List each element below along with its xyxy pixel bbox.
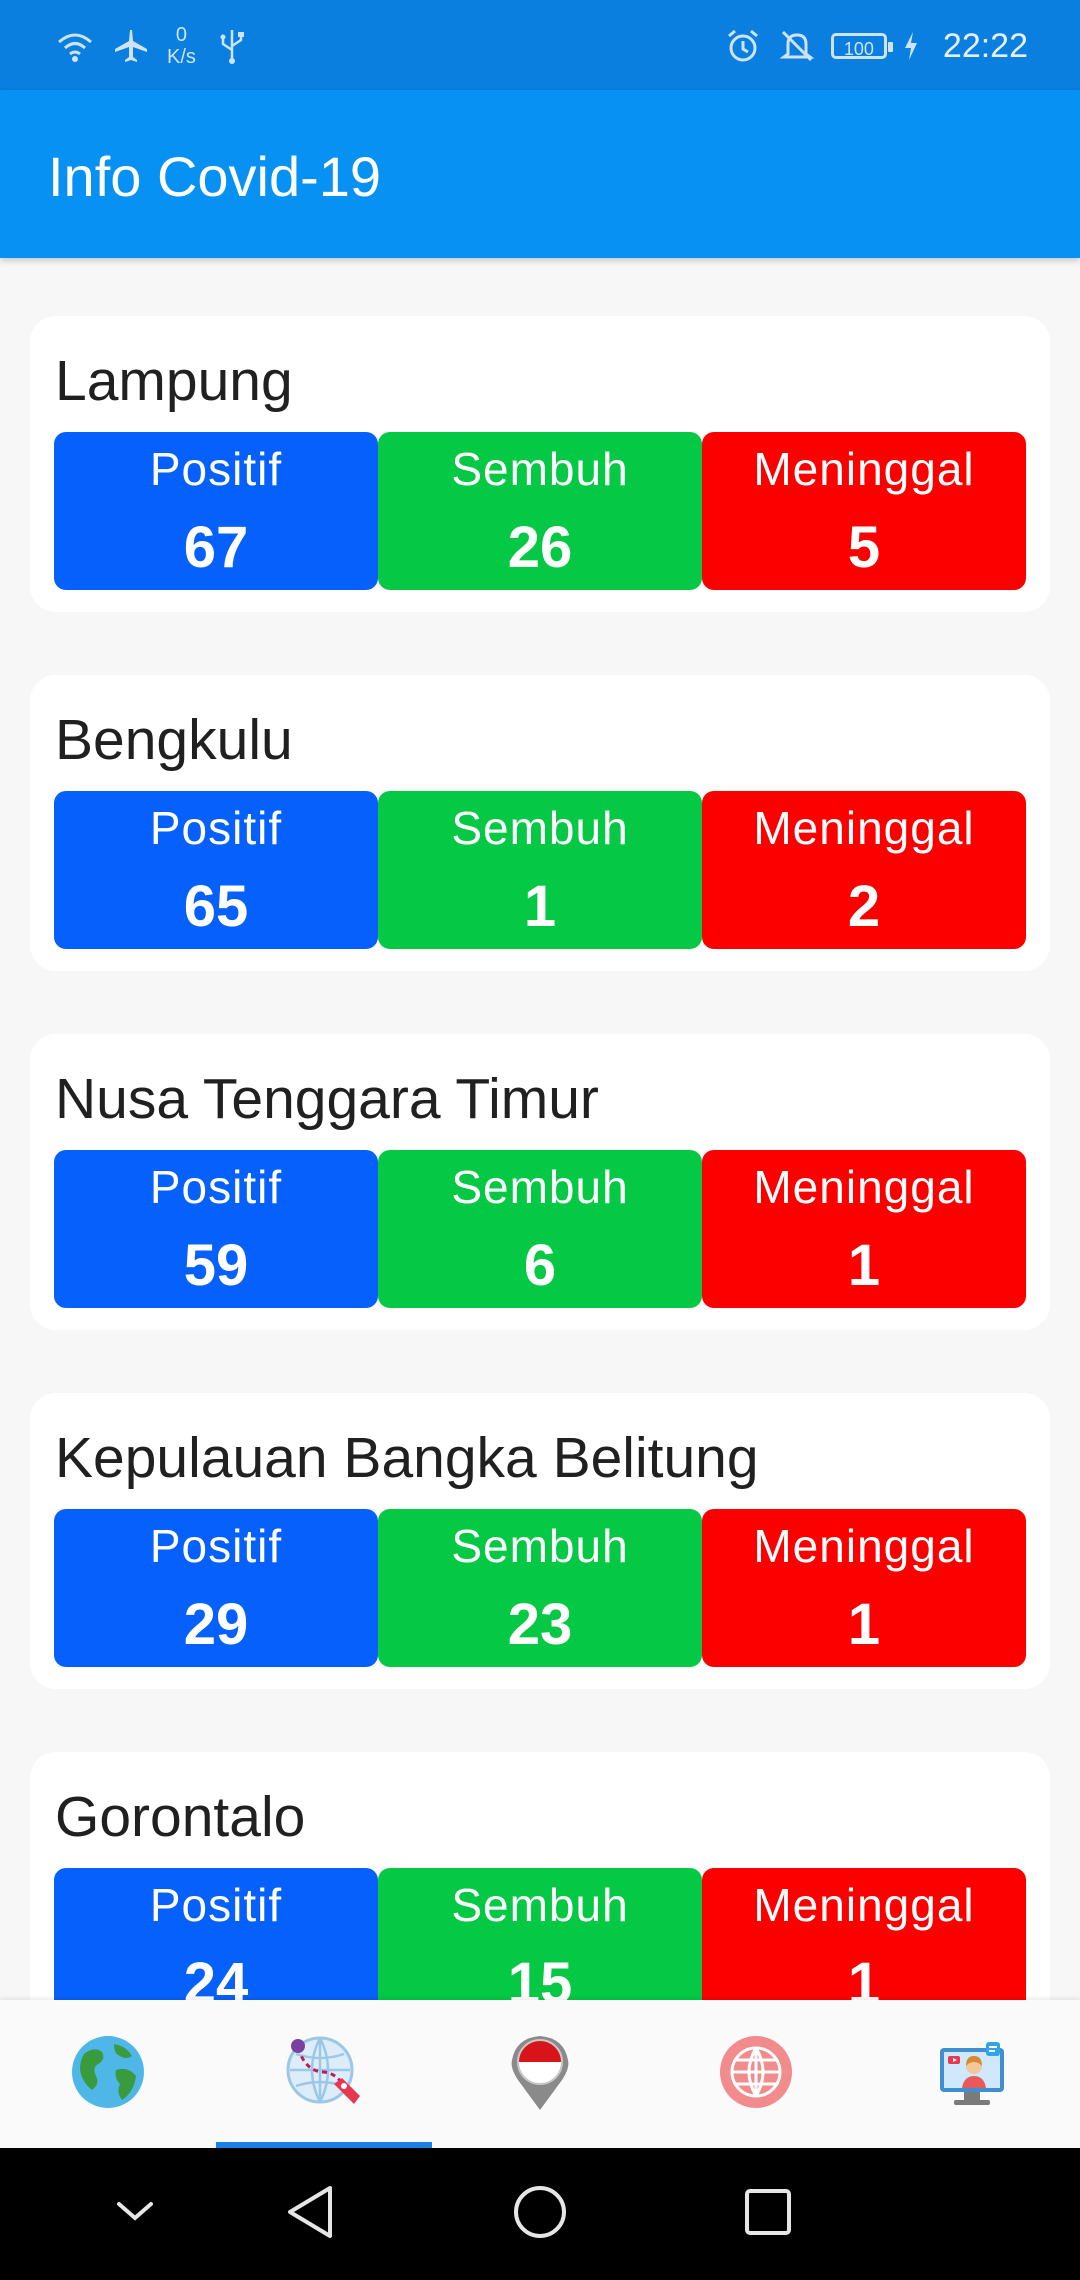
nav-world[interactable]: [648, 2000, 864, 2148]
meninggal-box: Meninggal 1: [702, 1868, 1026, 2000]
province-name: Bengkulu: [55, 708, 293, 772]
meninggal-value: 5: [847, 515, 881, 580]
province-list[interactable]: Lampung Positif 67 Sembuh 26 Meninggal 5…: [0, 258, 1080, 2000]
meninggal-box: Meninggal 2: [702, 791, 1026, 949]
province-name: Gorontalo: [55, 1785, 306, 1849]
network-speed: 0 K/s: [167, 24, 196, 68]
meninggal-label: Meninggal: [753, 802, 975, 854]
positif-value: 59: [183, 1233, 249, 1298]
clock: 22:22: [942, 26, 1028, 65]
meninggal-box: Meninggal 5: [702, 432, 1026, 590]
positif-box: Positif 67: [54, 432, 378, 590]
meninggal-value: 1: [847, 1233, 881, 1298]
sembuh-label: Sembuh: [451, 1520, 629, 1572]
province-name: Kepulauan Bangka Belitung: [55, 1426, 759, 1490]
route-map-icon: [284, 2032, 364, 2117]
positif-box: Positif 59: [54, 1150, 378, 1308]
positif-label: Positif: [149, 1520, 283, 1572]
sembuh-label: Sembuh: [451, 802, 629, 854]
meninggal-label: Meninggal: [753, 1520, 975, 1572]
back-button[interactable]: [270, 2174, 350, 2254]
positif-value: 65: [183, 874, 249, 939]
sembuh-box: Sembuh 26: [378, 432, 702, 590]
nav-routes[interactable]: [216, 2000, 432, 2148]
meninggal-label: Meninggal: [753, 443, 975, 495]
status-right: 100 22:22: [723, 18, 1028, 74]
sembuh-value: 26: [507, 515, 573, 580]
collapse-icon: [113, 2190, 157, 2239]
meninggal-value: 1: [847, 1592, 881, 1657]
sembuh-value: 15: [507, 1951, 573, 2000]
mute-icon: [777, 26, 817, 66]
province-name: Lampung: [55, 349, 293, 413]
usb-icon: [212, 26, 252, 66]
positif-value: 67: [183, 515, 249, 580]
sembuh-value: 1: [523, 874, 557, 939]
province-card[interactable]: Gorontalo Positif 24 Sembuh 15 Meninggal…: [30, 1752, 1050, 2000]
wifi-icon: [55, 26, 95, 66]
province-card[interactable]: Kepulauan Bangka Belitung Positif 29 Sem…: [30, 1393, 1050, 1689]
positif-box: Positif 29: [54, 1509, 378, 1667]
nav-info[interactable]: [864, 2000, 1080, 2148]
status-bar: 0 K/s 100 22:22: [0, 0, 1080, 90]
recents-button[interactable]: [728, 2174, 808, 2254]
recents-icon: [742, 2186, 794, 2243]
positif-value: 29: [183, 1592, 249, 1657]
meninggal-box: Meninggal 1: [702, 1509, 1026, 1667]
positif-label: Positif: [149, 1879, 283, 1931]
meninggal-value: 1: [847, 1951, 881, 2000]
collapse-button[interactable]: [95, 2174, 175, 2254]
airplane-icon: [111, 26, 151, 66]
globe-icon: [70, 2034, 146, 2115]
positif-value: 24: [183, 1951, 249, 2000]
sembuh-label: Sembuh: [451, 1161, 629, 1213]
system-nav-bar: [0, 2148, 1080, 2280]
meninggal-label: Meninggal: [753, 1879, 975, 1931]
nav-indonesia[interactable]: [432, 2000, 648, 2148]
positif-label: Positif: [149, 1161, 283, 1213]
speed-value: 0: [175, 24, 188, 46]
battery-icon: 100: [830, 33, 893, 59]
back-icon: [282, 2182, 338, 2247]
app-title: Info Covid-19: [48, 145, 382, 208]
speed-unit: K/s: [167, 46, 196, 68]
positif-label: Positif: [149, 802, 283, 854]
alarm-icon: [723, 26, 763, 66]
sembuh-box: Sembuh 1: [378, 791, 702, 949]
province-card[interactable]: Bengkulu Positif 65 Sembuh 1 Meninggal 2: [30, 675, 1050, 971]
positif-label: Positif: [149, 443, 283, 495]
positif-box: Positif 24: [54, 1868, 378, 2000]
sembuh-value: 23: [507, 1592, 573, 1657]
positif-box: Positif 65: [54, 791, 378, 949]
meninggal-label: Meninggal: [753, 1161, 975, 1213]
world-icon: [718, 2034, 794, 2115]
app-bar: Info Covid-19: [0, 90, 1080, 258]
sembuh-box: Sembuh 23: [378, 1509, 702, 1667]
indonesia-pin-icon: [508, 2032, 572, 2117]
home-button[interactable]: [500, 2174, 580, 2254]
info-person-icon: [934, 2034, 1010, 2115]
nav-globe[interactable]: [0, 2000, 216, 2148]
sembuh-label: Sembuh: [451, 443, 629, 495]
home-icon: [511, 2183, 569, 2246]
sembuh-value: 6: [523, 1233, 557, 1298]
province-name: Nusa Tenggara Timur: [55, 1067, 599, 1131]
province-card[interactable]: Nusa Tenggara Timur Positif 59 Sembuh 6 …: [30, 1034, 1050, 1330]
bottom-nav: [0, 2000, 1080, 2148]
province-card[interactable]: Lampung Positif 67 Sembuh 26 Meninggal 5: [30, 316, 1050, 612]
sembuh-box: Sembuh 15: [378, 1868, 702, 2000]
meninggal-value: 2: [847, 874, 881, 939]
meninggal-box: Meninggal 1: [702, 1150, 1026, 1308]
charging-icon: [901, 26, 921, 66]
sembuh-box: Sembuh 6: [378, 1150, 702, 1308]
status-left: 0 K/s: [55, 18, 252, 74]
sembuh-label: Sembuh: [451, 1879, 629, 1931]
